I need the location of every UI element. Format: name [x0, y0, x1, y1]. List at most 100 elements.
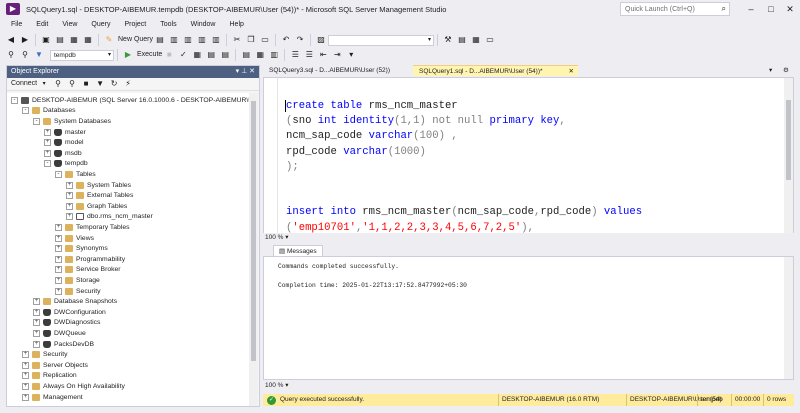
tree-node[interactable]: + Always On High Availability	[22, 381, 125, 392]
expand-icon[interactable]: +	[44, 149, 51, 157]
menu-window[interactable]: Window	[184, 18, 223, 32]
xmla-query-icon[interactable]: ▥	[197, 34, 207, 46]
tree-node[interactable]: - tempdb	[44, 159, 88, 170]
tree-node[interactable]: + dbo.rms_ncm_master	[66, 212, 153, 223]
expand-icon[interactable]: +	[22, 382, 29, 390]
menu-file[interactable]: File	[4, 18, 29, 32]
template-explorer-icon[interactable]: ▦	[471, 34, 481, 46]
tree-node[interactable]: + DWConfiguration	[33, 307, 106, 318]
mdx-query-icon[interactable]: ▥	[169, 34, 179, 46]
tree-node[interactable]: - Databases	[22, 106, 76, 117]
tree-node[interactable]: + Service Broker	[55, 265, 121, 276]
quick-launch-input[interactable]: Quick Launch (Ctrl+Q) ⌕	[620, 2, 730, 16]
redo-icon[interactable]: ↷	[295, 34, 305, 46]
dmx-query-icon[interactable]: ▥	[183, 34, 193, 46]
new-query-icon[interactable]: ✎	[104, 34, 114, 46]
execute-icon[interactable]: ▶	[123, 49, 133, 61]
tree-node[interactable]: + Replication	[22, 371, 77, 382]
expand-icon[interactable]: +	[66, 202, 73, 210]
results-to-grid-icon[interactable]: ▦	[255, 49, 265, 61]
tree-node[interactable]: + msdb	[44, 148, 82, 159]
messages-scrollbar[interactable]	[784, 257, 793, 379]
tree-node[interactable]: - Tables	[55, 169, 96, 180]
cancel-query-icon[interactable]: ■	[164, 49, 174, 61]
tree-node[interactable]: + model	[44, 137, 84, 148]
tree-node[interactable]: + External Tables	[66, 190, 133, 201]
expand-icon[interactable]: +	[55, 276, 62, 284]
new-query-button[interactable]: New Query	[118, 34, 153, 46]
minimize-button[interactable]: –	[740, 0, 762, 18]
filter-icon[interactable]: ▼	[34, 49, 44, 61]
tree-node[interactable]: + Synonyms	[55, 243, 108, 254]
tree-node[interactable]: + Security	[55, 286, 101, 297]
activity-monitor-icon[interactable]: ▨	[316, 34, 326, 46]
expand-icon[interactable]: +	[22, 372, 29, 380]
parse-icon[interactable]: ✓	[178, 49, 188, 61]
tree-node[interactable]: + Database Snapshots	[33, 296, 117, 307]
tree-node[interactable]: - System Databases	[33, 116, 111, 127]
collapse-icon[interactable]: -	[11, 96, 18, 104]
tree-node[interactable]: + Programmability	[55, 254, 125, 265]
query-options-icon[interactable]: ▤	[206, 49, 216, 61]
menu-edit[interactable]: Edit	[29, 18, 55, 32]
dax-query-icon[interactable]: ▥	[211, 34, 221, 46]
expand-icon[interactable]: +	[55, 245, 62, 253]
menu-tools[interactable]: Tools	[153, 18, 183, 32]
expand-icon[interactable]: +	[33, 319, 40, 327]
tree-node[interactable]: + Management	[22, 392, 83, 403]
tree-node[interactable]: + DWDiagnostics	[33, 318, 100, 329]
copy-icon[interactable]: ❐	[246, 34, 256, 46]
tree-node[interactable]: + Storage	[55, 275, 100, 286]
expand-icon[interactable]: +	[33, 329, 40, 337]
menu-project[interactable]: Project	[117, 18, 153, 32]
expand-icon[interactable]: +	[44, 139, 51, 147]
new-project-icon[interactable]: ▣	[41, 34, 51, 46]
database-engine-query-icon[interactable]: ▤	[155, 34, 165, 46]
filter-icon[interactable]: ▼	[95, 78, 105, 90]
collapse-icon[interactable]: -	[22, 107, 29, 115]
tab-sqlquery3[interactable]: SQLQuery3.sql - D...AIBEMUR\User (52))	[263, 65, 413, 76]
tree-node[interactable]: + DWQueue	[33, 328, 86, 339]
menu-query[interactable]: Query	[84, 18, 117, 32]
activity-icon[interactable]: ⚡	[123, 78, 133, 90]
increase-indent-icon[interactable]: ⇥	[332, 49, 342, 61]
expand-icon[interactable]: +	[55, 223, 62, 231]
connect-dropdown-icon[interactable]: ▾	[39, 78, 49, 90]
expand-icon[interactable]: +	[22, 361, 29, 369]
close-panel-icon[interactable]: ✕	[249, 68, 255, 75]
tree-node[interactable]: + Security	[22, 349, 68, 360]
connect-icon[interactable]: ⚲	[6, 49, 16, 61]
expand-icon[interactable]: +	[22, 393, 29, 401]
specify-template-values-icon[interactable]: ▾	[346, 49, 356, 61]
gear-icon[interactable]: ⚙	[780, 65, 794, 76]
expand-icon[interactable]: +	[55, 255, 62, 263]
tree-node[interactable]: + Server Objects	[22, 360, 88, 371]
object-explorer-scrollbar[interactable]	[249, 93, 258, 406]
tree-node[interactable]: + Temporary Tables	[55, 222, 130, 233]
intellisense-icon[interactable]: ▤	[220, 49, 230, 61]
close-tab-icon[interactable]: ✕	[569, 66, 574, 77]
tree-node[interactable]: + System Tables	[66, 180, 131, 191]
expand-icon[interactable]: +	[33, 308, 40, 316]
disconnect-icon[interactable]: ⚲	[67, 78, 77, 90]
decrease-indent-icon[interactable]: ⇤	[318, 49, 328, 61]
connect-object-icon[interactable]: ⚲	[53, 78, 63, 90]
tree-node[interactable]: - DESKTOP-AIBEMUR (SQL Server 16.0.1000.6…	[11, 95, 251, 106]
menu-help[interactable]: Help	[223, 18, 251, 32]
tree-node[interactable]: + Views	[55, 233, 94, 244]
expand-icon[interactable]: +	[55, 266, 62, 274]
stop-icon[interactable]: ■	[81, 78, 91, 90]
toolbox-icon[interactable]: ▭	[485, 34, 495, 46]
refresh-icon[interactable]: ↻	[109, 78, 119, 90]
undo-icon[interactable]: ↶	[281, 34, 291, 46]
expand-icon[interactable]: +	[55, 234, 62, 242]
collapse-icon[interactable]: -	[33, 117, 40, 125]
forward-icon[interactable]: ▶	[20, 34, 30, 46]
window-position-icon[interactable]: ▾	[236, 68, 240, 75]
expand-icon[interactable]: +	[33, 298, 40, 306]
execute-button[interactable]: Execute	[137, 49, 162, 61]
tab-sqlquery1[interactable]: SQLQuery1.sql - D...AIBEMUR\User (54))* …	[413, 65, 578, 76]
results-to-file-icon[interactable]: ▥	[269, 49, 279, 61]
expand-icon[interactable]: +	[22, 351, 29, 359]
editor-scrollbar[interactable]	[784, 78, 793, 241]
